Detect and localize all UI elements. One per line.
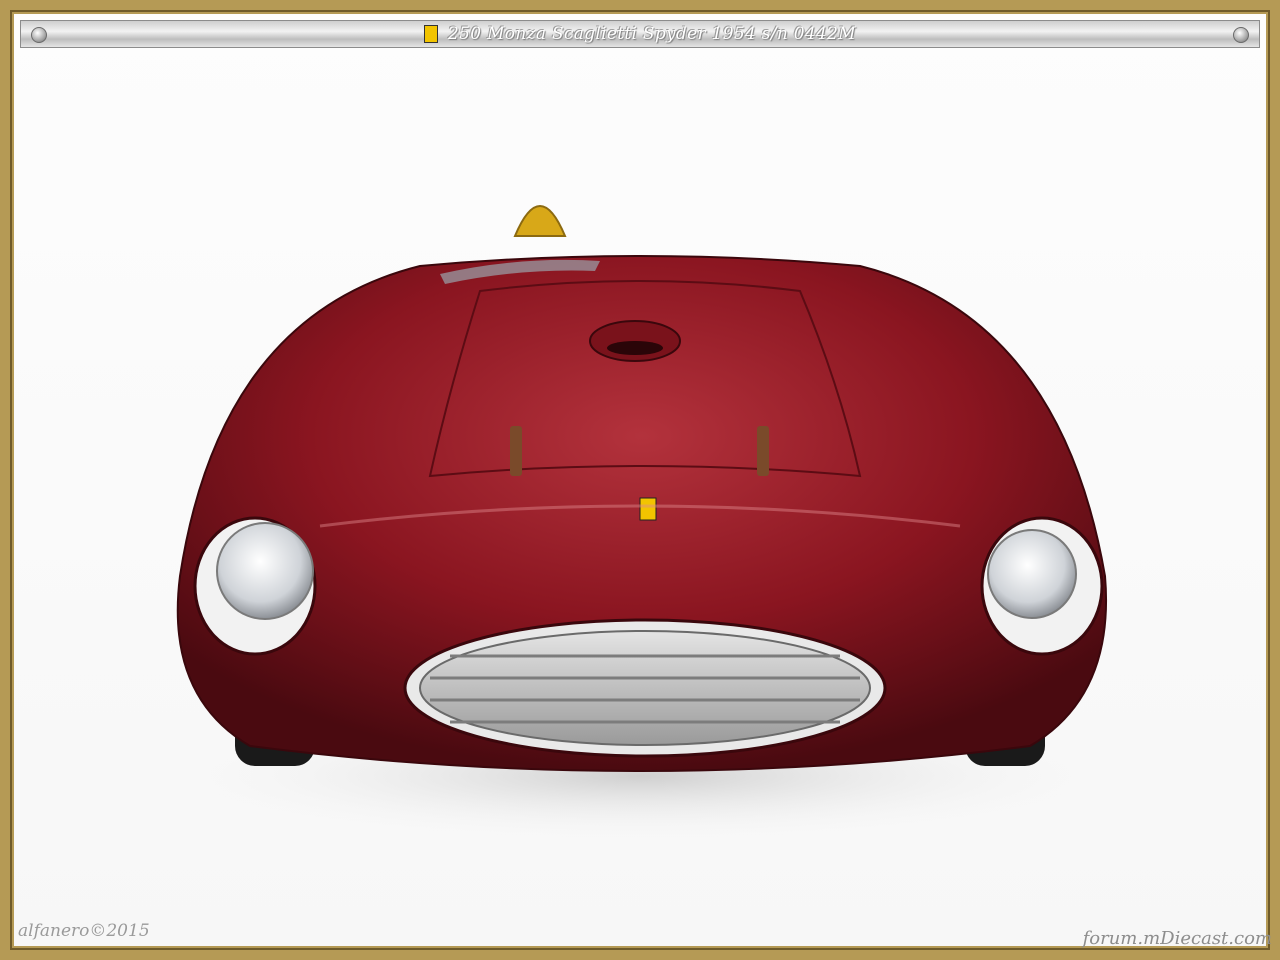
prancing-horse-shield-icon [424,25,439,43]
title-plate: 250 Monza Scaglietti Spyder 1954 s/n 044… [20,20,1260,48]
watermark-author: alfanero©2015 [18,921,150,941]
screw-right-icon [1233,27,1249,43]
ferrari-badge-icon [639,497,657,521]
right-bonnet-strap [757,426,769,476]
watermark-site: forum.mDiecast.com [1082,928,1272,949]
left-bonnet-strap [510,426,522,476]
front-grille [419,630,871,746]
photo-title: 250 Monza Scaglietti Spyder 1954 s/n 044… [448,24,856,44]
yellow-headrest [513,205,567,237]
left-headlight [216,522,314,620]
right-headlight [987,529,1077,619]
screw-left-icon [31,27,47,43]
car-photo [120,205,1160,846]
